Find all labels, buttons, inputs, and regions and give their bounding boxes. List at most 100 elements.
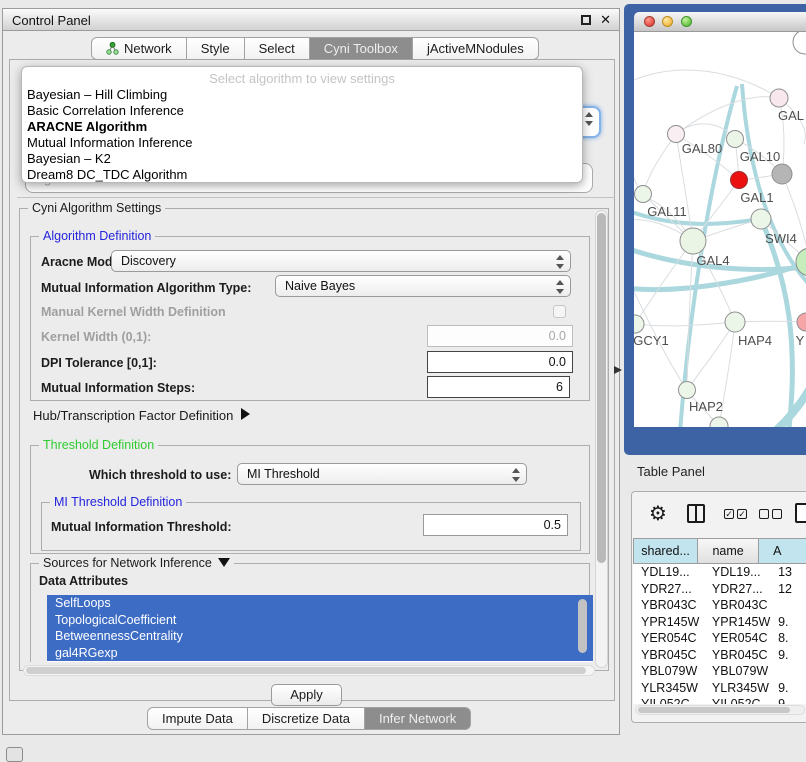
cyni-algorithm-settings-legend: Cyni Algorithm Settings <box>28 201 165 215</box>
new-table-icon[interactable] <box>795 503 806 523</box>
network-node-hap2[interactable] <box>679 382 696 399</box>
stepper-icon <box>556 254 564 270</box>
tab-style[interactable]: Style <box>187 37 245 60</box>
mi-threshold-label: Mutual Information Threshold: <box>51 520 232 534</box>
mi-steps-field[interactable] <box>427 376 570 398</box>
network-node-label: HAP4 <box>738 333 772 348</box>
algorithm-option[interactable]: Dream8 DC_TDC Algorithm <box>22 167 582 183</box>
minimize-traffic-light-icon[interactable] <box>662 16 673 27</box>
algorithm-option[interactable]: Mutual Information Inference <box>22 135 582 151</box>
network-node-gal11[interactable] <box>635 186 652 203</box>
algorithm-option[interactable]: Bayesian – Hill Climbing <box>22 87 582 103</box>
table-row[interactable]: YBR043C YBR043C <box>633 597 806 614</box>
algorithm-dropdown-hint: Select algorithm to view settings <box>22 71 582 87</box>
kernel-width-field[interactable] <box>427 325 573 347</box>
tab-cyni-toolbox[interactable]: Cyni Toolbox <box>310 37 413 60</box>
network-node[interactable] <box>793 32 806 54</box>
cell-name: YLR345W <box>706 680 774 697</box>
cell-shared-name: YDR27... <box>633 581 706 598</box>
hub-definition-expander[interactable]: Hub/Transcription Factor Definition <box>33 408 250 423</box>
dpi-tolerance-field[interactable] <box>427 351 573 373</box>
table-row[interactable]: YPR145W YPR145W 9. <box>633 614 806 631</box>
network-node-gal4[interactable] <box>680 228 706 254</box>
network-node-gal10[interactable] <box>727 131 744 148</box>
mi-threshold-definition-legend: MI Threshold Definition <box>50 495 186 509</box>
mi-algorithm-type-combo[interactable]: Naive Bayes <box>275 275 571 297</box>
network-node-y[interactable] <box>797 313 806 331</box>
attribute-list-item[interactable]: SelfLoops <box>47 595 593 612</box>
scrollbar-thumb[interactable] <box>26 667 586 674</box>
zoom-traffic-light-icon[interactable] <box>681 16 692 27</box>
tab-infer-network[interactable]: Infer Network <box>365 707 471 730</box>
close-icon[interactable]: ✕ <box>600 12 611 28</box>
mi-type-value: Naive Bayes <box>276 279 570 293</box>
data-attributes-label: Data Attributes <box>39 574 128 588</box>
attribute-list-item[interactable]: gal4RGexp <box>47 645 593 662</box>
network-node-gcy1[interactable] <box>634 315 644 333</box>
expanded-arrow-icon[interactable] <box>218 558 230 567</box>
tab-discretize-data[interactable]: Discretize Data <box>248 707 365 730</box>
network-node-gal1[interactable] <box>731 172 748 189</box>
table-row[interactable]: YDL19... YDL19... 13 <box>633 564 806 581</box>
network-node-gal80[interactable] <box>668 126 685 143</box>
table-horizontal-scrollbar[interactable] <box>635 705 805 715</box>
algorithm-definition-legend: Algorithm Definition <box>39 229 155 243</box>
which-threshold-combo[interactable]: MI Threshold <box>237 463 527 485</box>
attribute-list-item[interactable]: BetweennessCentrality <box>47 628 593 645</box>
scrollbar-thumb[interactable] <box>597 213 606 563</box>
collapsed-arrow-icon[interactable] <box>241 408 250 420</box>
table-row[interactable]: YBR045C YBR045C 9. <box>633 647 806 664</box>
network-node-gal[interactable] <box>770 89 788 107</box>
algorithm-option[interactable]: Basic Correlation Inference <box>22 103 582 119</box>
control-panel-titlebar[interactable]: Control Panel ✕ <box>3 9 619 31</box>
cell-shared-name: YBR043C <box>633 597 706 614</box>
aracne-mode-combo[interactable]: Discovery <box>111 250 571 272</box>
network-window-titlebar[interactable] <box>634 12 806 32</box>
tab-jactivemnodules[interactable]: jActiveMNodules <box>413 37 539 60</box>
scrollbar-thumb[interactable] <box>578 599 587 653</box>
algorithm-option[interactable]: ARACNE Algorithm <box>22 119 582 135</box>
cell-value: 12 <box>774 581 806 598</box>
algorithm-option[interactable]: Bayesian – K2 <box>22 151 582 167</box>
attribute-list-item[interactable]: TopologicalCoefficient <box>47 612 593 629</box>
gear-icon[interactable]: ⚙ <box>649 501 667 526</box>
network-node-swi4[interactable] <box>751 209 771 229</box>
float-window-icon[interactable] <box>581 15 591 25</box>
deselect-all-columns-icon[interactable] <box>759 509 782 519</box>
manual-kernel-checkbox[interactable] <box>553 305 566 318</box>
table-row[interactable]: YDR27... YDR27... 12 <box>633 581 806 598</box>
settings-horizontal-scrollbar[interactable] <box>23 665 595 676</box>
network-edges <box>634 70 806 426</box>
close-traffic-light-icon[interactable] <box>644 16 655 27</box>
cell-shared-name: YPR145W <box>633 614 706 631</box>
column-header-name[interactable]: name <box>698 538 759 564</box>
column-header-third[interactable]: A <box>759 538 806 564</box>
cell-shared-name: YIL052C <box>633 696 706 704</box>
divider <box>17 197 615 198</box>
column-header-shared-name[interactable]: shared... <box>633 538 698 564</box>
tab-network[interactable]: Network <box>91 37 187 60</box>
network-canvas[interactable]: GALGAL80GAL10GAL1GAL11SWI4GAL4GCY1HAP4YH… <box>634 32 806 427</box>
network-node-hap4[interactable] <box>725 312 745 332</box>
tab-select[interactable]: Select <box>245 37 310 60</box>
cell-value: 8. <box>774 630 806 647</box>
scrollbar-thumb[interactable] <box>638 707 790 713</box>
table-row[interactable]: YLR345W YLR345W 9. <box>633 680 806 697</box>
table-row[interactable]: YIL052C YIL052C 9 <box>633 696 806 704</box>
mi-threshold-field[interactable] <box>423 514 568 536</box>
attributes-list-scrollbar[interactable] <box>577 598 588 658</box>
table-row[interactable]: YBL079W YBL079W <box>633 663 806 680</box>
select-all-columns-icon[interactable]: ✓✓ <box>724 509 747 519</box>
settings-vertical-scrollbar[interactable] <box>595 210 608 668</box>
data-attributes-list[interactable]: SelfLoops TopologicalCoefficient Between… <box>47 595 593 662</box>
panel-toggle-button[interactable] <box>6 747 23 762</box>
network-node[interactable] <box>772 164 792 184</box>
cell-name: YBL079W <box>706 663 774 680</box>
apply-button[interactable]: Apply <box>271 684 342 706</box>
cell-value <box>774 663 806 680</box>
bottom-tabbar: Impute Data Discretize Data Infer Networ… <box>147 707 471 730</box>
table-panel: ⚙ ✓✓ shared... name A YDL19... YDL19... … <box>631 491 806 723</box>
table-row[interactable]: YER054C YER054C 8. <box>633 630 806 647</box>
tab-impute-data[interactable]: Impute Data <box>147 707 248 730</box>
column-layout-icon[interactable] <box>687 504 705 523</box>
